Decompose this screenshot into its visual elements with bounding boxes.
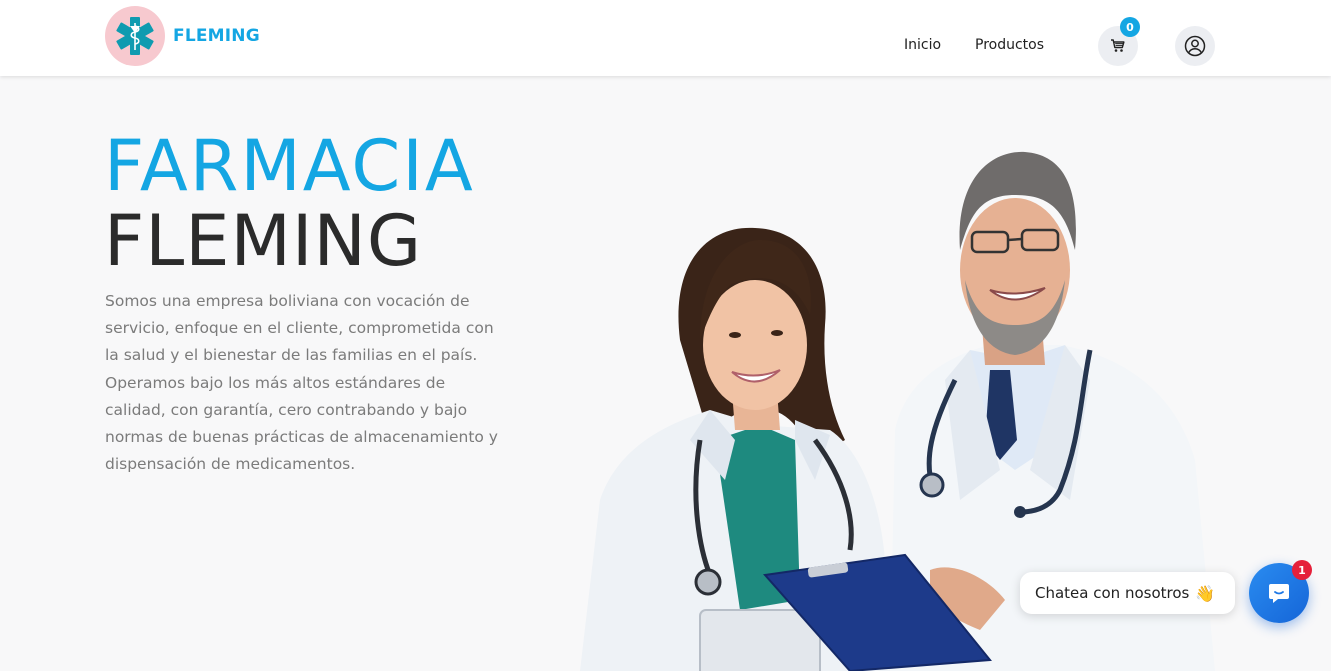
chat-invitation-bubble[interactable]: Chatea con nosotros 👋 [1020, 572, 1235, 614]
logo-badge [105, 6, 165, 66]
hero-title-fleming: FLEMING [104, 200, 423, 282]
user-account-icon [1184, 35, 1206, 57]
user-account-button[interactable] [1175, 26, 1215, 66]
site-header: FLEMING Inicio Productos 0 [0, 0, 1331, 76]
nav-link-productos[interactable]: Productos [975, 37, 1044, 53]
nav-link-inicio[interactable]: Inicio [904, 37, 941, 53]
waving-hand-icon: 👋 [1195, 583, 1216, 603]
cart-count-badge: 0 [1120, 17, 1140, 37]
hero-title-farmacia: FARMACIA [104, 125, 475, 207]
brand-logo-link[interactable]: FLEMING [105, 6, 260, 66]
chat-invitation-text: Chatea con nosotros [1035, 584, 1190, 602]
chat-message-icon [1269, 584, 1289, 603]
brand-name: FLEMING [173, 26, 260, 46]
chat-unread-badge: 1 [1292, 560, 1312, 580]
hero-description: Somos una empresa boliviana con vocación… [105, 292, 498, 474]
shopping-cart-icon [1111, 39, 1125, 52]
medical-star-of-life-icon [116, 17, 154, 55]
